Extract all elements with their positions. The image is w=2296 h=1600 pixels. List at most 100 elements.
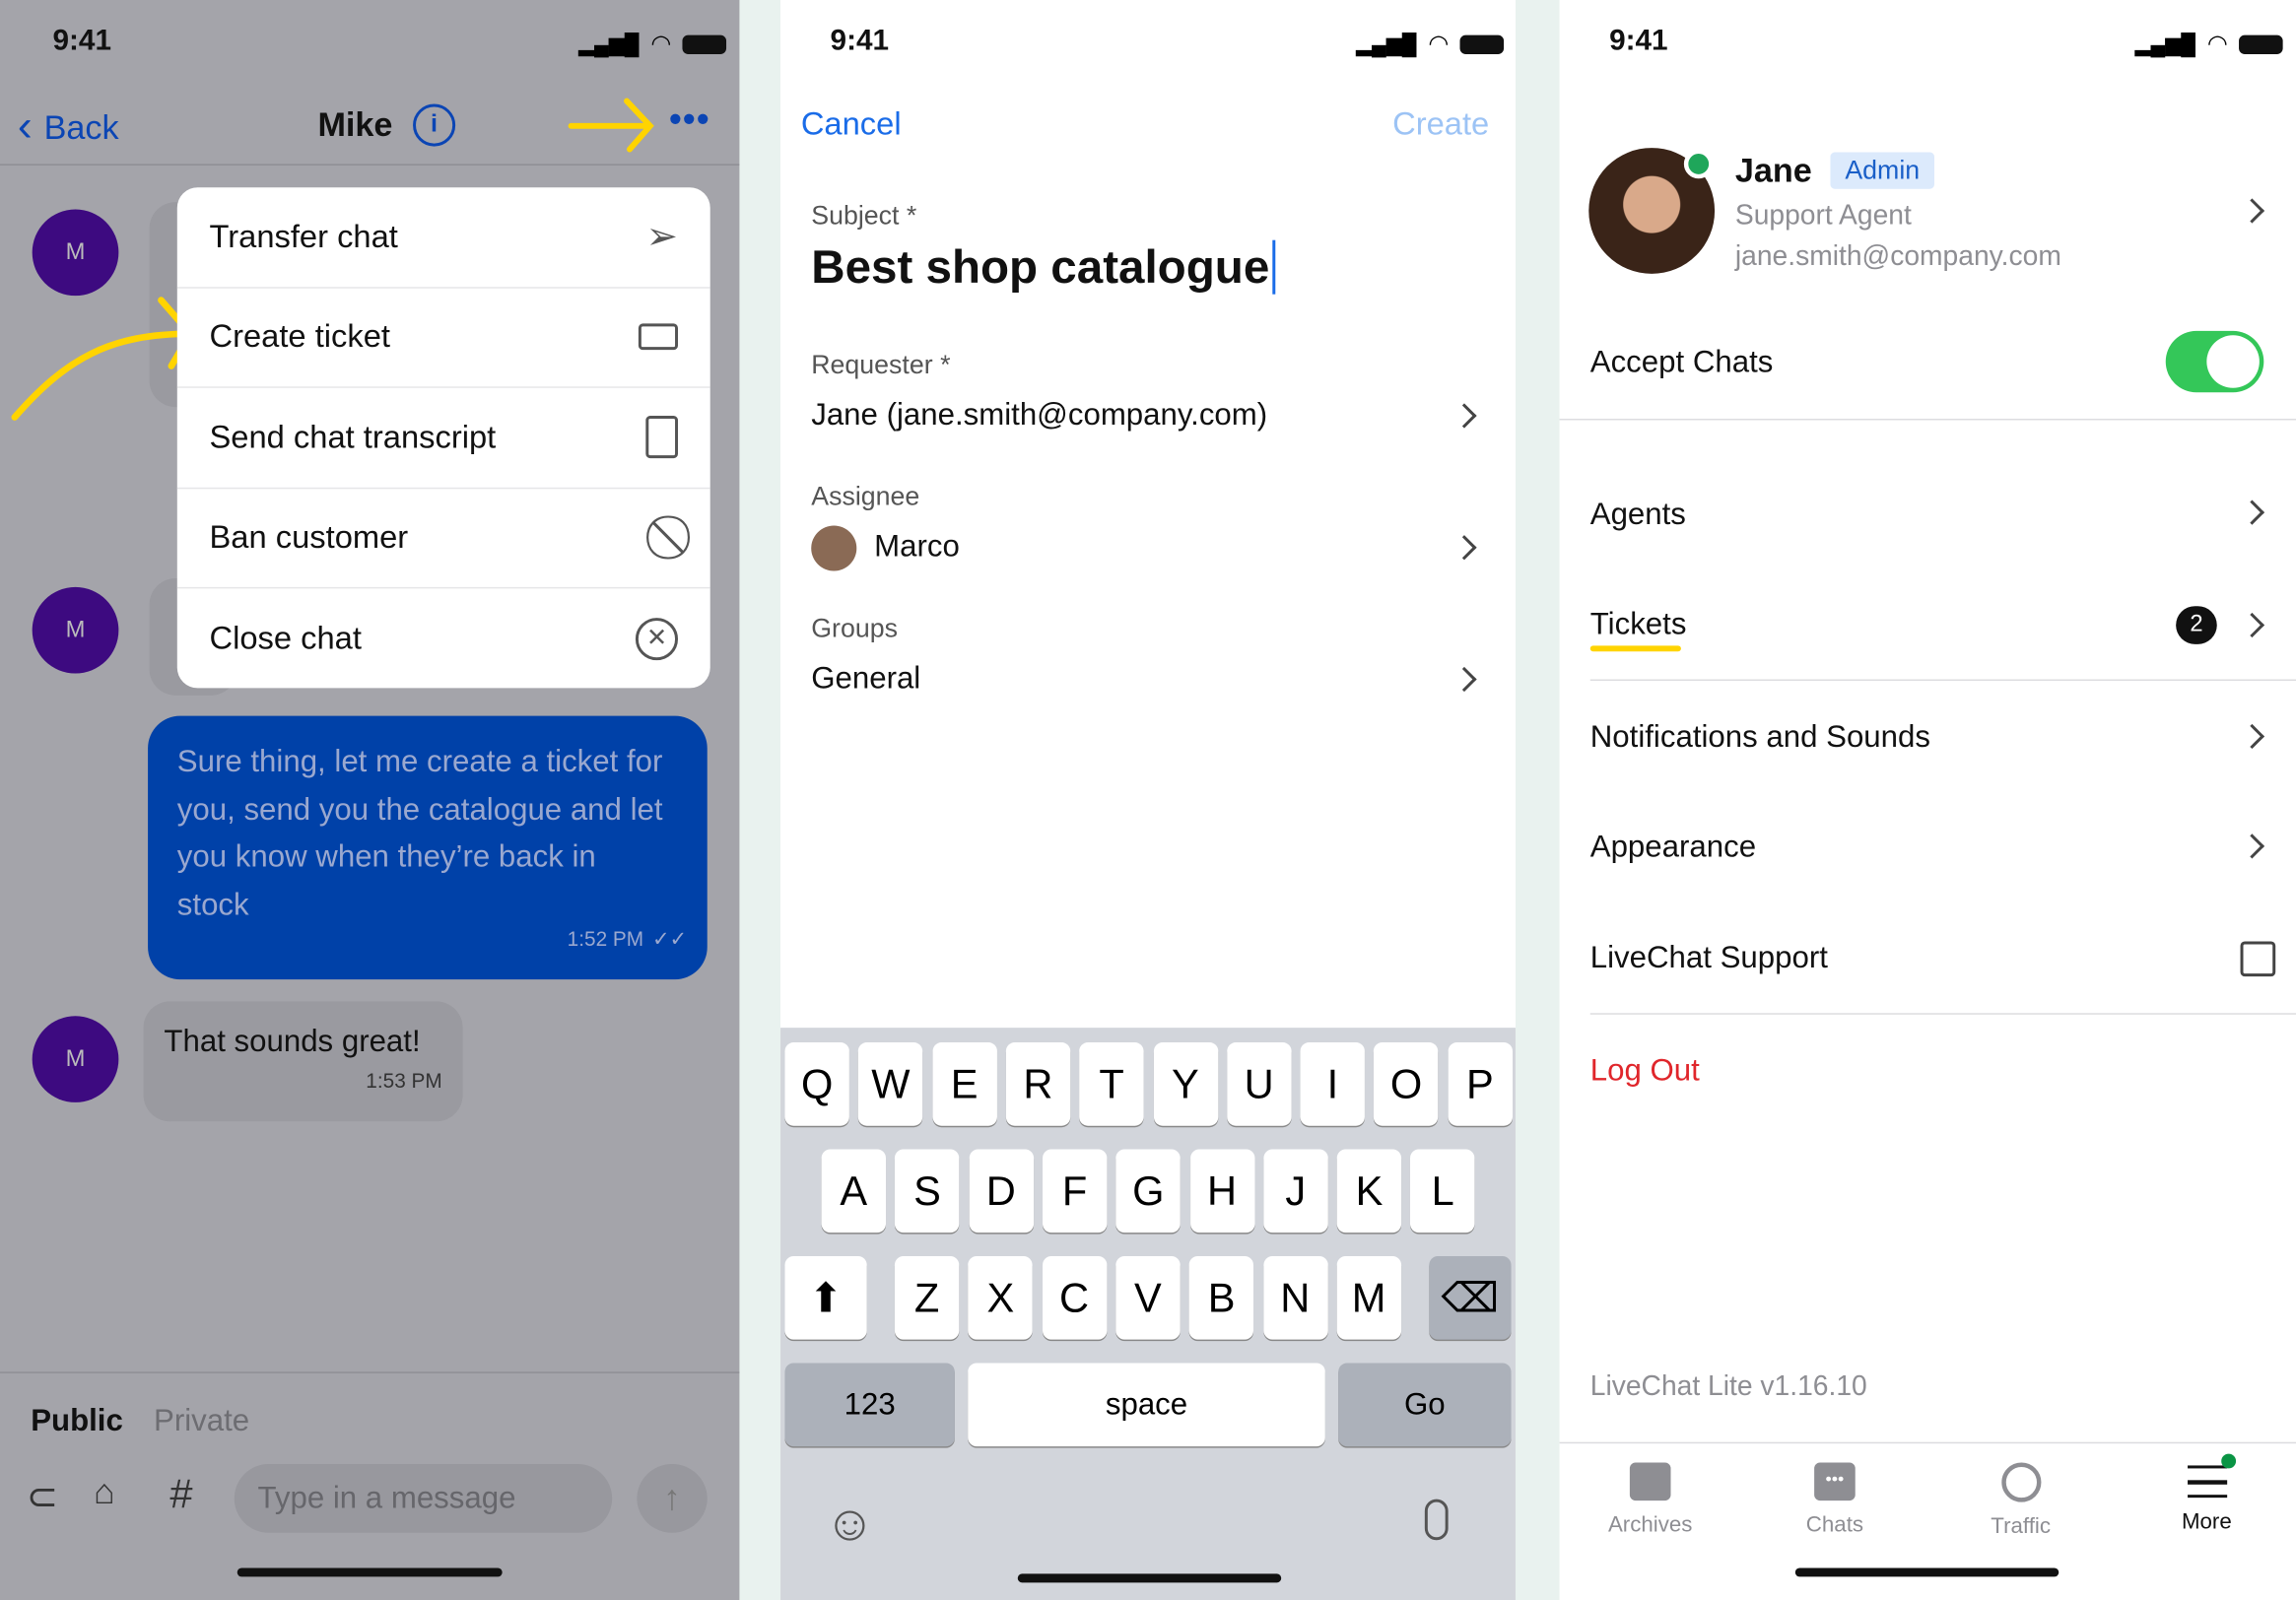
subject-input[interactable]: Best shop catalogue [811,239,1276,295]
settings-item-livechat-support[interactable]: LiveChat Support [1590,941,1828,976]
profile-email: jane.smith@company.com [1734,241,2061,273]
space-key[interactable]: space [968,1363,1325,1447]
key-u[interactable]: U [1226,1042,1292,1126]
send-arrow-button[interactable]: ↑ [637,1463,708,1533]
key-h[interactable]: H [1189,1149,1254,1233]
key-i[interactable]: I [1300,1042,1366,1126]
key-f[interactable]: F [1042,1149,1108,1233]
key-p[interactable]: P [1448,1042,1513,1126]
menu-item-transfer-chat[interactable]: Transfer chat ➢ [176,187,710,288]
avatar [811,524,857,570]
menu-item-ban-customer[interactable]: Ban customer⃠ [176,489,710,589]
tab-private[interactable]: Private [154,1404,249,1439]
settings-item-tickets[interactable]: Tickets [1589,608,1686,652]
requester-label: Requester * [811,350,951,379]
groups-field[interactable]: General [811,662,1485,698]
annotation-arrow-icon [11,297,195,421]
key-c[interactable]: C [1042,1255,1107,1340]
assignee-field[interactable]: Marco [811,524,1485,571]
key-k[interactable]: K [1336,1149,1402,1233]
menu-item-send-chat-transcript[interactable]: Send chat transcript [176,388,710,489]
home-indicator [236,1567,503,1577]
chevron-right-icon [1452,535,1477,561]
key-n[interactable]: N [1262,1255,1328,1340]
menu-icon [2187,1453,2236,1499]
close-circle-icon: ✕ [635,617,679,660]
avatar: M [32,209,119,297]
avatar: M [32,1016,119,1102]
go-key[interactable]: Go [1338,1363,1512,1447]
logout-button[interactable]: Log Out [1590,1054,1700,1090]
info-icon[interactable]: i [413,103,456,147]
key-m[interactable]: M [1336,1255,1401,1340]
key-g[interactable]: G [1115,1149,1181,1233]
settings-item-agents[interactable]: Agents [1590,498,1686,533]
backspace-key[interactable]: ⌫ [1429,1255,1512,1340]
key-s[interactable]: S [895,1149,960,1233]
chat-screen: 9:41 ▂▄▆█ ◠ ‹ Back Mike i ••• M M Transfer… [0,0,740,1600]
key-e[interactable]: E [931,1042,997,1126]
shift-key[interactable]: ⬆ [784,1255,867,1340]
requester-value: Jane (jane.smith@company.com) [811,398,1268,433]
settings-item-notifications[interactable]: Notifications and Sounds [1590,720,1930,756]
status-icons: ▂▄▆█ ◠ [2135,30,2284,59]
message-text: Sure thing, let me create a ticket for y… [176,745,663,922]
menu-label: Close chat [209,619,362,657]
create-button[interactable]: Create [1392,105,1489,144]
key-o[interactable]: O [1374,1042,1439,1126]
home-indicator [1794,1567,2060,1577]
key-d[interactable]: D [969,1149,1034,1233]
message-text: That sounds great! [164,1025,421,1059]
hashtag-button[interactable]: # [169,1471,192,1518]
tab-public[interactable]: Public [31,1404,123,1439]
tab-traffic[interactable]: Traffic [1932,1457,2108,1539]
requester-field[interactable]: Jane (jane.smith@company.com) [811,398,1485,433]
settings-item-appearance[interactable]: Appearance [1590,831,1756,866]
key-j[interactable]: J [1263,1149,1328,1233]
back-button[interactable]: ‹ Back [18,102,119,153]
status-time: 9:41 [830,25,890,57]
key-y[interactable]: Y [1153,1042,1218,1126]
key-w[interactable]: W [858,1042,923,1126]
tickets-count-badge: 2 [2176,606,2217,644]
target-icon [2000,1462,2041,1502]
tab-more[interactable]: More [2119,1453,2294,1534]
key-x[interactable]: X [968,1255,1034,1340]
key-b[interactable]: B [1188,1255,1254,1340]
key-l[interactable]: L [1410,1149,1475,1233]
profile-name: Jane [1734,151,1812,189]
groups-value: General [811,661,921,696]
numbers-key[interactable]: 123 [784,1363,955,1447]
microphone-icon[interactable] [1424,1499,1449,1541]
emoji-icon[interactable]: ☺ [825,1497,876,1554]
menu-item-create-ticket[interactable]: Create ticket [176,288,710,388]
key-q[interactable]: Q [784,1042,849,1126]
status-time: 9:41 [1609,25,1668,57]
key-r[interactable]: R [1005,1042,1071,1126]
menu-label: Create ticket [209,317,391,355]
assignee-label: Assignee [811,481,920,511]
more-options-button[interactable]: ••• [669,100,710,141]
inbox-icon [1629,1462,1671,1501]
tag-icon[interactable]: ⌂ [94,1473,115,1514]
menu-item-close-chat[interactable]: Close chat ✕ [177,588,710,688]
app-version: LiveChat Lite v1.16.10 [1589,1371,1867,1403]
key-t[interactable]: T [1079,1042,1144,1126]
key-v[interactable]: V [1115,1255,1181,1340]
home-indicator [1017,1573,1282,1583]
menu-label: Transfer chat [209,218,398,255]
avatar: M [32,586,119,674]
cancel-button[interactable]: Cancel [801,105,902,144]
accept-chats-toggle[interactable] [2165,330,2264,393]
tab-archives[interactable]: Archives [1563,1457,1738,1537]
menu-label: Ban customer [209,518,409,556]
item-label: Agents [1589,498,1686,532]
attachment-icon[interactable]: ⊂ [27,1474,58,1519]
keyboard: Q W E R T Y U I O P A S D F G H J K L Z X C V B N M ⬆ ⌫ 123 space Go ☺ [780,1028,1516,1600]
key-a[interactable]: A [821,1149,887,1233]
message-input[interactable]: Type in a message [234,1463,613,1533]
profile-role: Support Agent [1734,200,1912,232]
key-z[interactable]: Z [894,1255,960,1340]
document-icon [645,416,679,459]
tab-chats[interactable]: ••• Chats [1747,1457,1923,1537]
